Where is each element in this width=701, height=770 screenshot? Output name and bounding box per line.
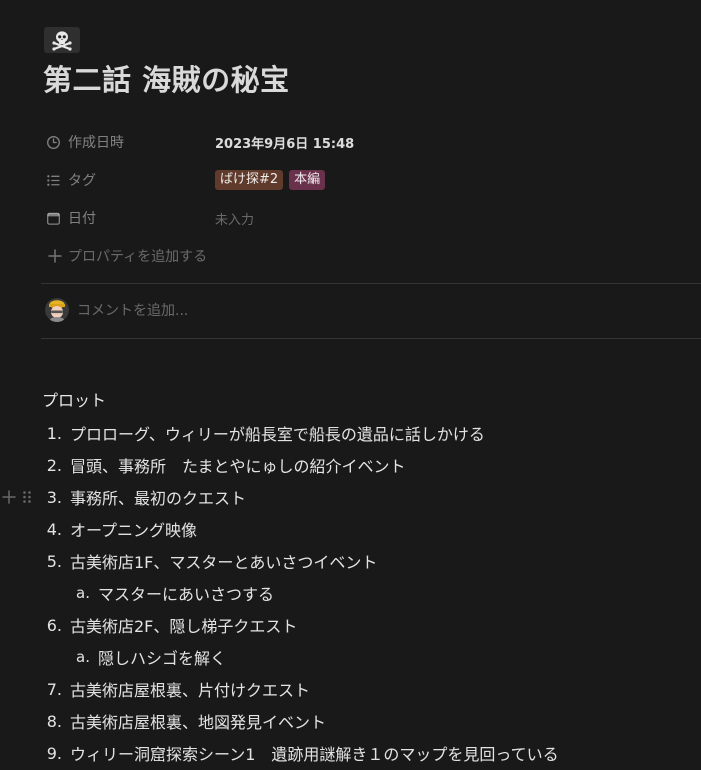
list-item[interactable]: 4. オープニング映像 [42,516,197,542]
comment-placeholder: コメントを追加... [77,303,189,319]
list-sub-item[interactable]: a. マスターにあいさつする [70,580,274,606]
divider [41,283,701,284]
divider [41,338,701,339]
list-number: 5. [46,551,62,571]
list-text: マスターにあいさつする [98,585,275,604]
tag-chip[interactable]: 本編 [289,170,326,190]
property-name: タグ [68,173,96,189]
list-number: 9. [46,743,62,763]
property-tags[interactable]: タグ ばけ探#2 本編 [44,167,331,193]
list-icon [44,171,62,189]
list-number: 3. [46,487,62,507]
calendar-icon [44,209,62,227]
list-text: ウィリー洞窟探索シーン1 遺跡用謎解き１のマップを見回っている [70,745,559,764]
add-property-button[interactable]: プロパティを追加する [46,245,207,267]
list-number: 7. [46,679,62,699]
property-name: 日付 [68,211,96,227]
property-created-time[interactable]: 作成日時 2023年9月6日 15:48 [44,129,354,155]
list-item[interactable]: 6. 古美術店2F、隠し梯子クエスト [42,612,298,638]
block-tools [0,486,36,508]
plus-icon[interactable] [0,490,18,504]
page-title[interactable]: 第二話 海賊の秘宝 [43,60,290,100]
add-property-label: プロパティを追加する [68,249,208,265]
list-item[interactable]: 3. 事務所、最初のクエスト [42,484,246,510]
drag-handle-icon[interactable] [18,490,36,504]
list-letter: a. [76,584,90,602]
user-avatar [45,298,69,322]
comment-input[interactable]: コメントを追加... [45,297,188,323]
property-value: 2023年9月6日 15:48 [215,136,355,152]
property-date[interactable]: 日付 未入力 [44,205,254,231]
list-item[interactable]: 5. 古美術店1F、マスターとあいさつイベント [42,548,378,574]
list-text: オープニング映像 [70,521,198,540]
list-number: 8. [46,711,62,731]
list-item[interactable]: 1. プロローグ、ウィリーが船長室で船長の遺品に話しかける [42,420,485,446]
clock-icon [44,133,62,151]
tag-chip[interactable]: ばけ探#2 [215,170,284,190]
list-number: 2. [46,455,62,475]
property-value[interactable]: 未入力 [215,209,254,228]
property-name: 作成日時 [68,135,124,151]
plus-icon [46,249,64,263]
list-number: 6. [46,615,62,635]
page-icon-button[interactable] [44,27,80,53]
list-text: 古美術店1F、マスターとあいさつイベント [70,553,378,572]
list-text: 古美術店屋根裏、片付けクエスト [70,681,311,700]
list-text: 事務所、最初のクエスト [70,489,247,508]
list-item[interactable]: 8. 古美術店屋根裏、地図発見イベント [42,708,326,734]
list-text: 古美術店2F、隠し梯子クエスト [70,617,298,636]
list-text: 古美術店屋根裏、地図発見イベント [70,713,327,732]
list-number: 4. [46,519,62,539]
list-text: プロローグ、ウィリーが船長室で船長の遺品に話しかける [70,425,485,444]
list-sub-item[interactable]: a. 隠しハシゴを解く [70,644,226,670]
list-item[interactable]: 2. 冒頭、事務所 たまとやにゅしの紹介イベント [42,452,406,478]
list-text: 冒頭、事務所 たまとやにゅしの紹介イベント [70,457,406,476]
list-letter: a. [76,648,90,666]
list-text: 隠しハシゴを解く [98,649,227,668]
list-number: 1. [46,423,62,443]
list-item[interactable]: 9. ウィリー洞窟探索シーン1 遺跡用謎解き１のマップを見回っている [42,740,559,766]
skull-crossbones-icon [52,31,72,51]
list-item[interactable]: 7. 古美術店屋根裏、片付けクエスト [42,676,310,702]
content-heading[interactable]: プロット [42,389,106,413]
